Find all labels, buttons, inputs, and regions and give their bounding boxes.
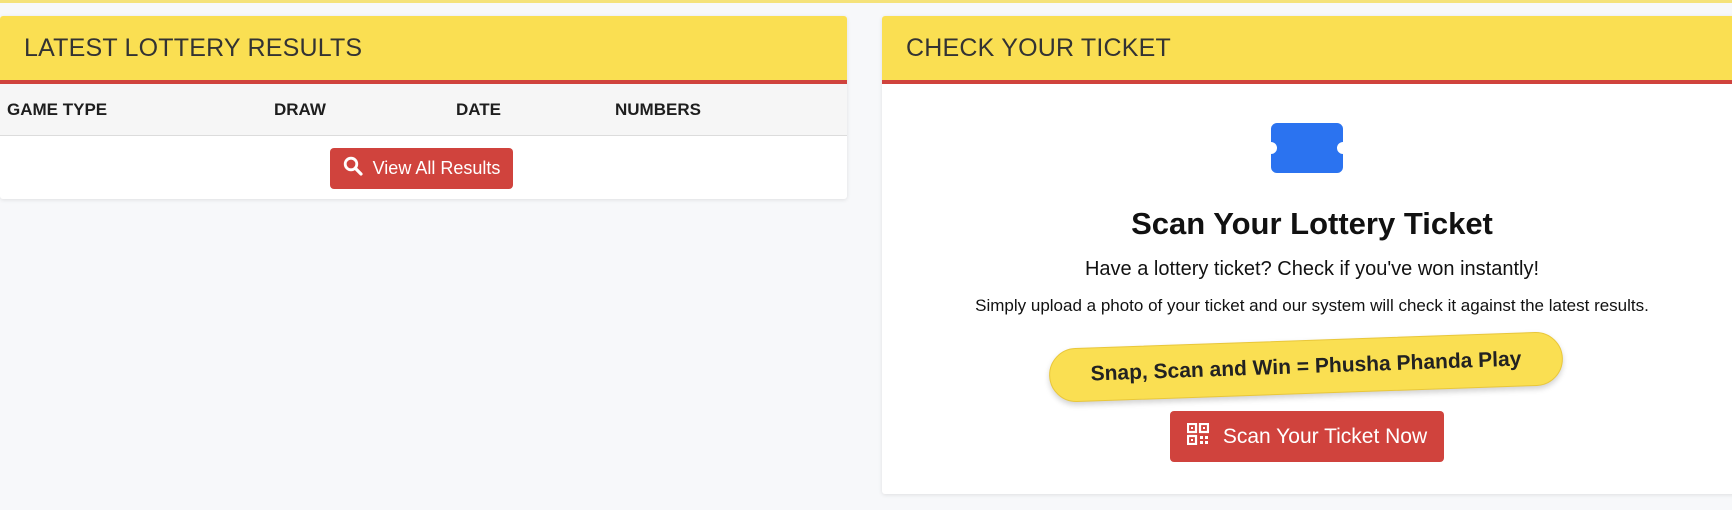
column-numbers: NUMBERS: [615, 100, 701, 119]
top-divider: [0, 0, 1732, 3]
ticket-icon: [1269, 123, 1345, 178]
column-draw: DRAW: [274, 100, 326, 119]
column-date: DATE: [456, 100, 502, 119]
slogan-badge: Snap, Scan and Win = Phusha Phanda Play: [1048, 331, 1564, 403]
view-all-results-button[interactable]: View All Results: [330, 148, 513, 189]
scan-subheading: Have a lottery ticket? Check if you've w…: [1084, 258, 1540, 280]
latest-results-title: LATEST LOTTERY RESULTS: [24, 33, 363, 62]
latest-results-header: LATEST LOTTERY RESULTS: [0, 16, 847, 84]
latest-results-card: LATEST LOTTERY RESULTS GAME TYPE DRAW DA…: [0, 16, 847, 199]
view-all-results-label: View All Results: [372, 158, 501, 178]
column-game-type: GAME TYPE: [7, 100, 108, 119]
search-icon: [343, 156, 363, 181]
check-ticket-title: CHECK YOUR TICKET: [906, 33, 1172, 62]
scan-heading: Scan Your Lottery Ticket: [1131, 206, 1493, 241]
results-table-header: GAME TYPE DRAW DATE NUMBERS: [0, 84, 847, 136]
scan-ticket-button[interactable]: Scan Your Ticket Now: [1170, 411, 1444, 462]
qr-code-icon: [1186, 422, 1209, 451]
check-ticket-card: CHECK YOUR TICKET Scan Your Lottery Tick…: [882, 16, 1732, 494]
scan-description: Simply upload a photo of your ticket and…: [975, 296, 1649, 315]
check-ticket-header: CHECK YOUR TICKET: [882, 16, 1732, 84]
scan-ticket-label: Scan Your Ticket Now: [1222, 424, 1428, 448]
